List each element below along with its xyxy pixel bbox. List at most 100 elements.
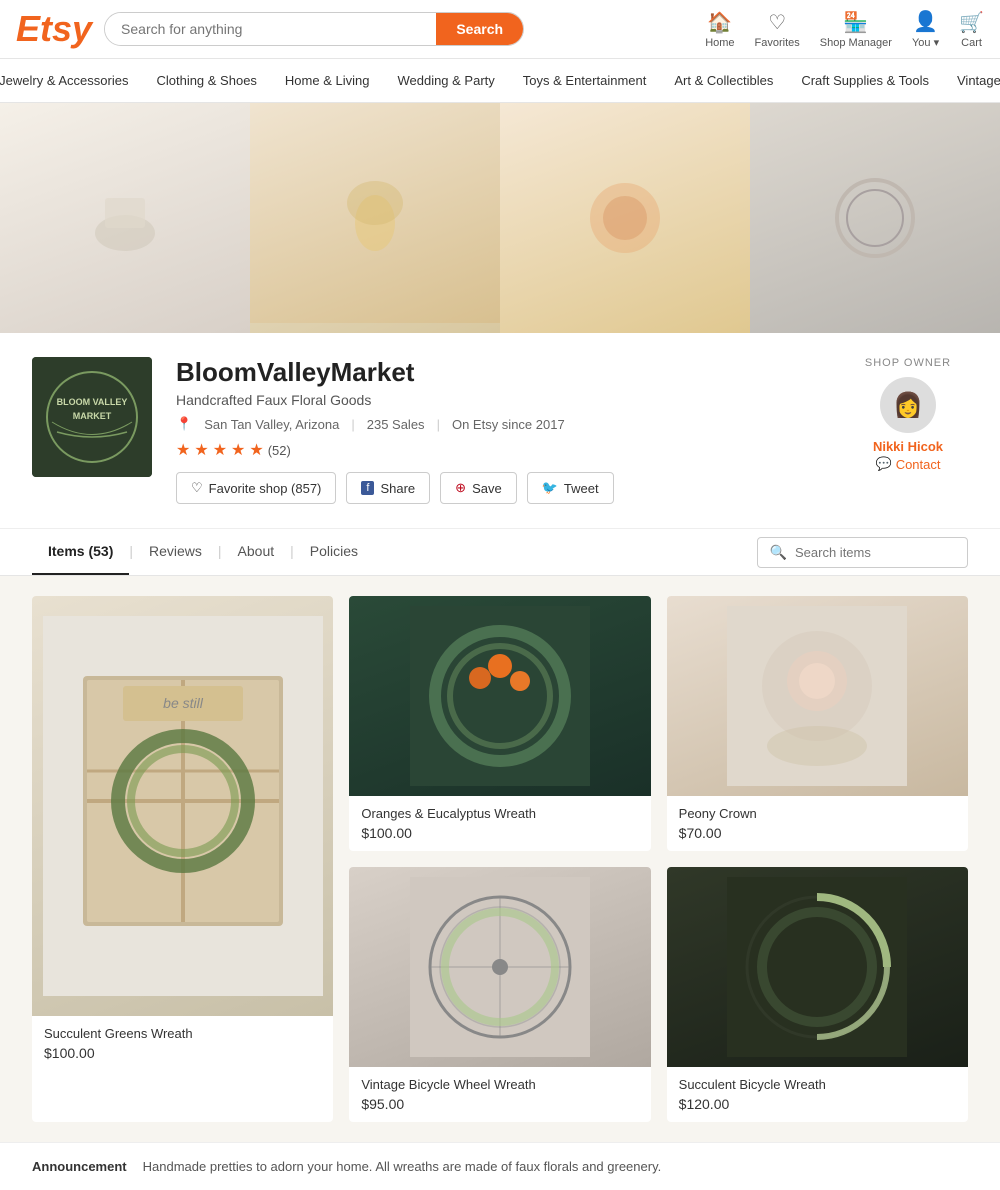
shop-sales: 235 Sales xyxy=(367,417,425,432)
location-pin-icon: 📍 xyxy=(176,416,192,432)
avatar-icon: 👩 xyxy=(893,391,923,420)
item-title-4: Vintage Bicycle Wheel Wreath xyxy=(361,1077,638,1092)
etsy-logo[interactable]: Etsy xyxy=(16,8,92,50)
nav-home[interactable]: 🏠 Home xyxy=(705,10,734,49)
contact-label: Contact xyxy=(896,457,941,472)
item-title-1: Succulent Greens Wreath xyxy=(44,1026,321,1041)
header-nav: 🏠 Home ♡ Favorites 🏪 Shop Manager 👤 You … xyxy=(705,9,984,49)
tweet-button[interactable]: 🐦 Tweet xyxy=(527,472,614,504)
star-3: ★ xyxy=(213,440,227,460)
item-title-2: Oranges & Eucalyptus Wreath xyxy=(361,806,638,821)
cat-art[interactable]: Art & Collectibles xyxy=(660,59,787,102)
item-price-1: $100.00 xyxy=(44,1045,321,1061)
nav-you[interactable]: 👤 You ▾ xyxy=(912,9,939,49)
search-button[interactable]: Search xyxy=(436,13,523,45)
owner-contact[interactable]: 💬 Contact xyxy=(848,456,968,472)
shop-logo: BLOOM VALLEY MARKET xyxy=(32,357,152,477)
search-items-input[interactable] xyxy=(795,545,955,560)
item-info-4: Vintage Bicycle Wheel Wreath $95.00 xyxy=(349,1067,650,1122)
shop-location: San Tan Valley, Arizona xyxy=(204,417,339,432)
user-icon: 👤 xyxy=(913,9,938,34)
item-card-1[interactable]: be still Succulent Greens Wreath $100.00 xyxy=(32,596,333,1122)
announcement-label: Announcement xyxy=(32,1159,127,1174)
item-card-4[interactable]: Vintage Bicycle Wheel Wreath $95.00 xyxy=(349,867,650,1122)
facebook-icon: f xyxy=(361,481,374,495)
cat-craft[interactable]: Craft Supplies & Tools xyxy=(787,59,943,102)
svg-text:MARKET: MARKET xyxy=(73,411,112,421)
tab-about[interactable]: About xyxy=(222,529,291,575)
item-title-3: Peony Crown xyxy=(679,806,956,821)
item-price-4: $95.00 xyxy=(361,1096,638,1112)
search-icon: 🔍 xyxy=(770,544,787,561)
shop-profile: BLOOM VALLEY MARKET BloomValleyMarket Ha… xyxy=(0,333,1000,529)
search-bar: Search xyxy=(104,12,524,46)
tab-items[interactable]: Items (53) xyxy=(32,529,129,575)
category-nav: Jewelry & Accessories Clothing & Shoes H… xyxy=(0,59,1000,103)
nav-cart[interactable]: 🛒 Cart xyxy=(959,10,984,49)
nav-shop-manager-label: Shop Manager xyxy=(820,37,892,49)
nav-shop-manager[interactable]: 🏪 Shop Manager xyxy=(820,10,892,49)
shop-icon: 🏪 xyxy=(843,10,868,35)
items-section: be still Succulent Greens Wreath $100.00 xyxy=(0,576,1000,1142)
search-input[interactable] xyxy=(105,13,436,45)
shop-owner-panel: SHOP OWNER 👩 Nikki Hicok 💬 Contact xyxy=(848,357,968,472)
cat-clothing[interactable]: Clothing & Shoes xyxy=(142,59,270,102)
tab-reviews[interactable]: Reviews xyxy=(133,529,218,575)
save-button[interactable]: ⊕ Save xyxy=(440,472,517,504)
cat-vintage[interactable]: Vintage xyxy=(943,59,1000,102)
nav-favorites[interactable]: ♡ Favorites xyxy=(755,10,800,49)
contact-icon: 💬 xyxy=(876,456,892,472)
cat-toys[interactable]: Toys & Entertainment xyxy=(509,59,661,102)
favorite-shop-label: Favorite shop (857) xyxy=(209,481,322,496)
nav-home-label: Home xyxy=(705,37,734,49)
shop-stars: ★ ★ ★ ★ ★ (52) xyxy=(176,440,824,460)
owner-label: SHOP OWNER xyxy=(848,357,968,369)
item-card-5[interactable]: Succulent Bicycle Wreath $120.00 xyxy=(667,867,968,1122)
pinterest-icon: ⊕ xyxy=(455,480,466,496)
nav-cart-label: Cart xyxy=(961,37,982,49)
cat-wedding[interactable]: Wedding & Party xyxy=(383,59,508,102)
star-4: ★ xyxy=(231,440,245,460)
announcement-section: Announcement Handmade pretties to adorn … xyxy=(0,1142,1000,1190)
star-2: ★ xyxy=(194,440,208,460)
shop-actions: ♡ Favorite shop (857) f Share ⊕ Save 🐦 T… xyxy=(176,472,824,504)
item-card-2[interactable]: Oranges & Eucalyptus Wreath $100.00 xyxy=(349,596,650,851)
cat-home[interactable]: Home & Living xyxy=(271,59,384,102)
nav-favorites-label: Favorites xyxy=(755,37,800,49)
save-label: Save xyxy=(472,481,502,496)
item-info-3: Peony Crown $70.00 xyxy=(667,796,968,851)
shop-info: BloomValleyMarket Handcrafted Faux Flora… xyxy=(176,357,824,504)
owner-avatar: 👩 xyxy=(880,377,936,433)
home-icon: 🏠 xyxy=(707,10,732,35)
twitter-icon: 🐦 xyxy=(542,480,558,496)
item-info-5: Succulent Bicycle Wreath $120.00 xyxy=(667,1067,968,1122)
shop-name: BloomValleyMarket xyxy=(176,357,824,388)
heart-icon: ♡ xyxy=(191,480,203,496)
tabs-row: Items (53) | Reviews | About | Policies … xyxy=(0,529,1000,576)
share-button[interactable]: f Share xyxy=(346,472,430,504)
owner-name[interactable]: Nikki Hicok xyxy=(848,439,968,454)
review-count: (52) xyxy=(268,443,291,458)
item-info-2: Oranges & Eucalyptus Wreath $100.00 xyxy=(349,796,650,851)
cat-jewelry[interactable]: Jewelry & Accessories xyxy=(0,59,142,102)
star-1: ★ xyxy=(176,440,190,460)
tab-policies[interactable]: Policies xyxy=(294,529,374,575)
star-5: ★ xyxy=(249,440,263,460)
item-price-3: $70.00 xyxy=(679,825,956,841)
item-info-1: Succulent Greens Wreath $100.00 xyxy=(32,1016,333,1071)
items-grid: be still Succulent Greens Wreath $100.00 xyxy=(32,596,968,1122)
hero-banner xyxy=(0,103,1000,333)
favorite-shop-button[interactable]: ♡ Favorite shop (857) xyxy=(176,472,336,504)
svg-text:be still: be still xyxy=(163,695,204,711)
shop-since: On Etsy since 2017 xyxy=(452,417,565,432)
shop-subtitle: Handcrafted Faux Floral Goods xyxy=(176,392,824,408)
item-title-5: Succulent Bicycle Wreath xyxy=(679,1077,956,1092)
announcement-text: Handmade pretties to adorn your home. Al… xyxy=(143,1159,662,1174)
shop-meta: 📍 San Tan Valley, Arizona | 235 Sales | … xyxy=(176,416,824,432)
hero-image-3 xyxy=(500,103,750,333)
cart-icon: 🛒 xyxy=(959,10,984,35)
item-price-2: $100.00 xyxy=(361,825,638,841)
hero-image-2 xyxy=(250,103,500,333)
item-card-3[interactable]: Peony Crown $70.00 xyxy=(667,596,968,851)
tabs: Items (53) | Reviews | About | Policies xyxy=(32,529,374,575)
